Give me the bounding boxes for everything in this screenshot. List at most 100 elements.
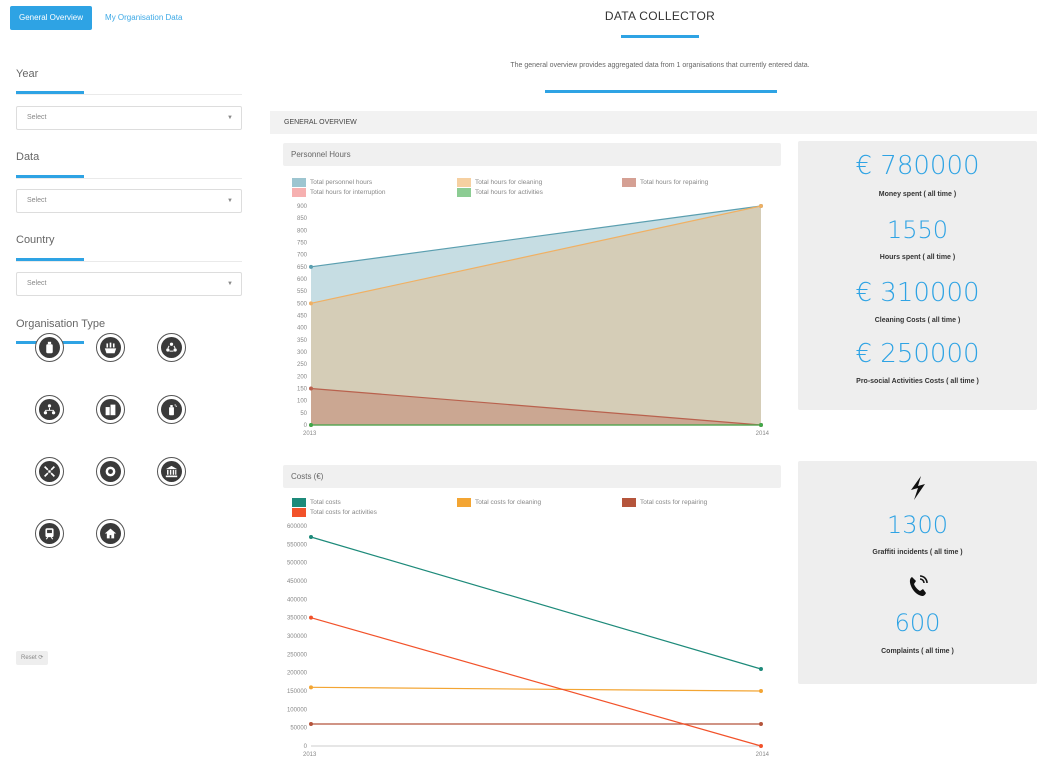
costs-chart-title: Costs (€) — [283, 465, 781, 488]
country-select[interactable]: Select ▼ — [16, 272, 242, 296]
legend-item[interactable]: Total hours for repairing — [622, 178, 708, 187]
y-tick-label: 450000 — [287, 579, 308, 585]
legend-label: Total hours for interruption — [310, 189, 386, 196]
legend-swatch — [292, 498, 306, 507]
y-tick-label: 450 — [297, 314, 308, 320]
legend-item[interactable]: Total hours for interruption — [292, 188, 386, 197]
reset-button[interactable]: Reset ⟳ — [16, 651, 49, 665]
y-tick-label: 400 — [297, 326, 308, 332]
data-point[interactable] — [309, 615, 313, 620]
y-tick-label: 50 — [300, 411, 307, 417]
chevron-down-icon: ▼ — [227, 281, 233, 287]
legend-swatch — [457, 498, 471, 507]
chevron-down-icon: ▼ — [227, 198, 233, 204]
legend-item[interactable]: Total costs for cleaning — [457, 498, 541, 507]
data-point[interactable] — [759, 689, 763, 693]
compress-arrows-icon[interactable] — [35, 457, 64, 486]
refresh-icon: ⟳ — [38, 655, 44, 661]
y-tick-label: 50000 — [290, 726, 307, 732]
legend-item[interactable]: Total hours for cleaning — [457, 178, 542, 187]
graffiti-incidents-value: 1300 — [886, 511, 949, 539]
year-select-value: Select — [27, 114, 47, 121]
top-tabs: General Overview My Organisation Data — [10, 6, 191, 30]
data-point[interactable] — [309, 423, 313, 427]
y-tick-label: 0 — [304, 744, 308, 750]
y-tick-label: 200 — [297, 374, 308, 380]
cleaning-costs-label: Cleaning Costs ( all time ) — [874, 317, 961, 324]
data-point[interactable] — [309, 722, 313, 726]
y-tick-label: 250000 — [287, 652, 308, 658]
bottle-icon[interactable] — [35, 333, 64, 362]
legend-item[interactable]: Total hours for activities — [457, 188, 543, 197]
spray-can-icon[interactable] — [157, 395, 186, 424]
x-tick-label: 2013 — [303, 431, 317, 437]
section-header: GENERAL OVERVIEW — [270, 111, 1037, 134]
x-tick-label: 2014 — [756, 431, 770, 437]
y-tick-label: 200000 — [287, 671, 308, 677]
legend-item[interactable]: Total costs — [292, 498, 341, 507]
legend-swatch — [292, 188, 306, 197]
legend-label: Total hours for cleaning — [475, 179, 543, 186]
graffiti-incidents-label: Graffiti incidents ( all time ) — [872, 549, 963, 556]
legend-item[interactable]: Total personnel hours — [292, 178, 372, 187]
legend-item[interactable]: Total costs for repairing — [622, 498, 707, 507]
y-tick-label: 650 — [297, 265, 308, 271]
tab-general-overview[interactable]: General Overview — [10, 6, 93, 30]
y-tick-label: 0 — [304, 423, 308, 429]
chevron-down-icon: ▼ — [227, 115, 233, 121]
title-underline — [621, 35, 699, 38]
legend-label: Total costs for cleaning — [475, 499, 542, 506]
series-line — [310, 686, 762, 692]
legend-swatch — [457, 178, 471, 187]
kpi-panel-incidents: 1300 Graffiti incidents ( all time ) 600… — [798, 461, 1037, 684]
prosocial-costs-value: € 250000 — [855, 339, 980, 369]
house-icon[interactable] — [96, 519, 125, 548]
data-point[interactable] — [309, 301, 313, 306]
data-point[interactable] — [759, 744, 763, 748]
divider — [16, 178, 242, 179]
y-tick-label: 400000 — [287, 597, 308, 603]
legend-swatch — [457, 188, 471, 197]
y-tick-label: 500 — [297, 301, 308, 307]
organisation-type-grid — [35, 333, 186, 548]
data-point[interactable] — [759, 722, 763, 726]
tab-my-organisation-data[interactable]: My Organisation Data — [96, 6, 191, 30]
page-title: DATA COLLECTOR — [604, 9, 716, 23]
data-point[interactable] — [309, 386, 313, 391]
recycle-people-icon[interactable] — [157, 333, 186, 362]
year-select[interactable]: Select ▼ — [16, 106, 242, 130]
field-icon[interactable] — [96, 333, 125, 362]
data-point[interactable] — [309, 685, 313, 690]
money-spent-value: € 780000 — [855, 151, 980, 181]
data-point[interactable] — [759, 423, 763, 427]
x-tick-label: 2013 — [303, 752, 317, 758]
data-select[interactable]: Select ▼ — [16, 189, 242, 213]
y-tick-label: 350000 — [287, 616, 308, 622]
series-line — [310, 536, 762, 670]
data-point[interactable] — [309, 535, 313, 539]
data-point[interactable] — [309, 264, 313, 269]
data-filter-label: Data — [16, 151, 40, 163]
bank-icon[interactable] — [157, 457, 186, 486]
legend-label: Total personnel hours — [310, 179, 373, 186]
data-point[interactable] — [759, 204, 763, 208]
page-subtitle: The general overview provides aggregated… — [510, 62, 810, 69]
phone-ringing-icon — [798, 573, 1037, 599]
y-tick-label: 100000 — [287, 707, 308, 713]
buildings-icon[interactable] — [96, 395, 125, 424]
data-point[interactable] — [759, 667, 763, 671]
legend-label: Total costs — [310, 499, 341, 506]
y-tick-label: 550000 — [287, 542, 308, 548]
train-icon[interactable] — [35, 519, 64, 548]
legend-label: Total hours for repairing — [640, 179, 709, 186]
police-badge-icon[interactable] — [96, 457, 125, 486]
y-tick-label: 750 — [297, 241, 308, 247]
legend-label: Total hours for activities — [475, 189, 543, 196]
y-tick-label: 250 — [297, 362, 308, 368]
costs-chart: 0 50000 100000 150000 200000 250000 300000 3500… — [287, 524, 770, 758]
hours-spent-value: 1550 — [886, 216, 949, 244]
people-network-icon[interactable] — [35, 395, 64, 424]
legend-item[interactable]: Total costs for activities — [292, 508, 377, 517]
y-tick-label: 800 — [297, 228, 308, 234]
hours-spent-label: Hours spent ( all time ) — [879, 254, 956, 261]
